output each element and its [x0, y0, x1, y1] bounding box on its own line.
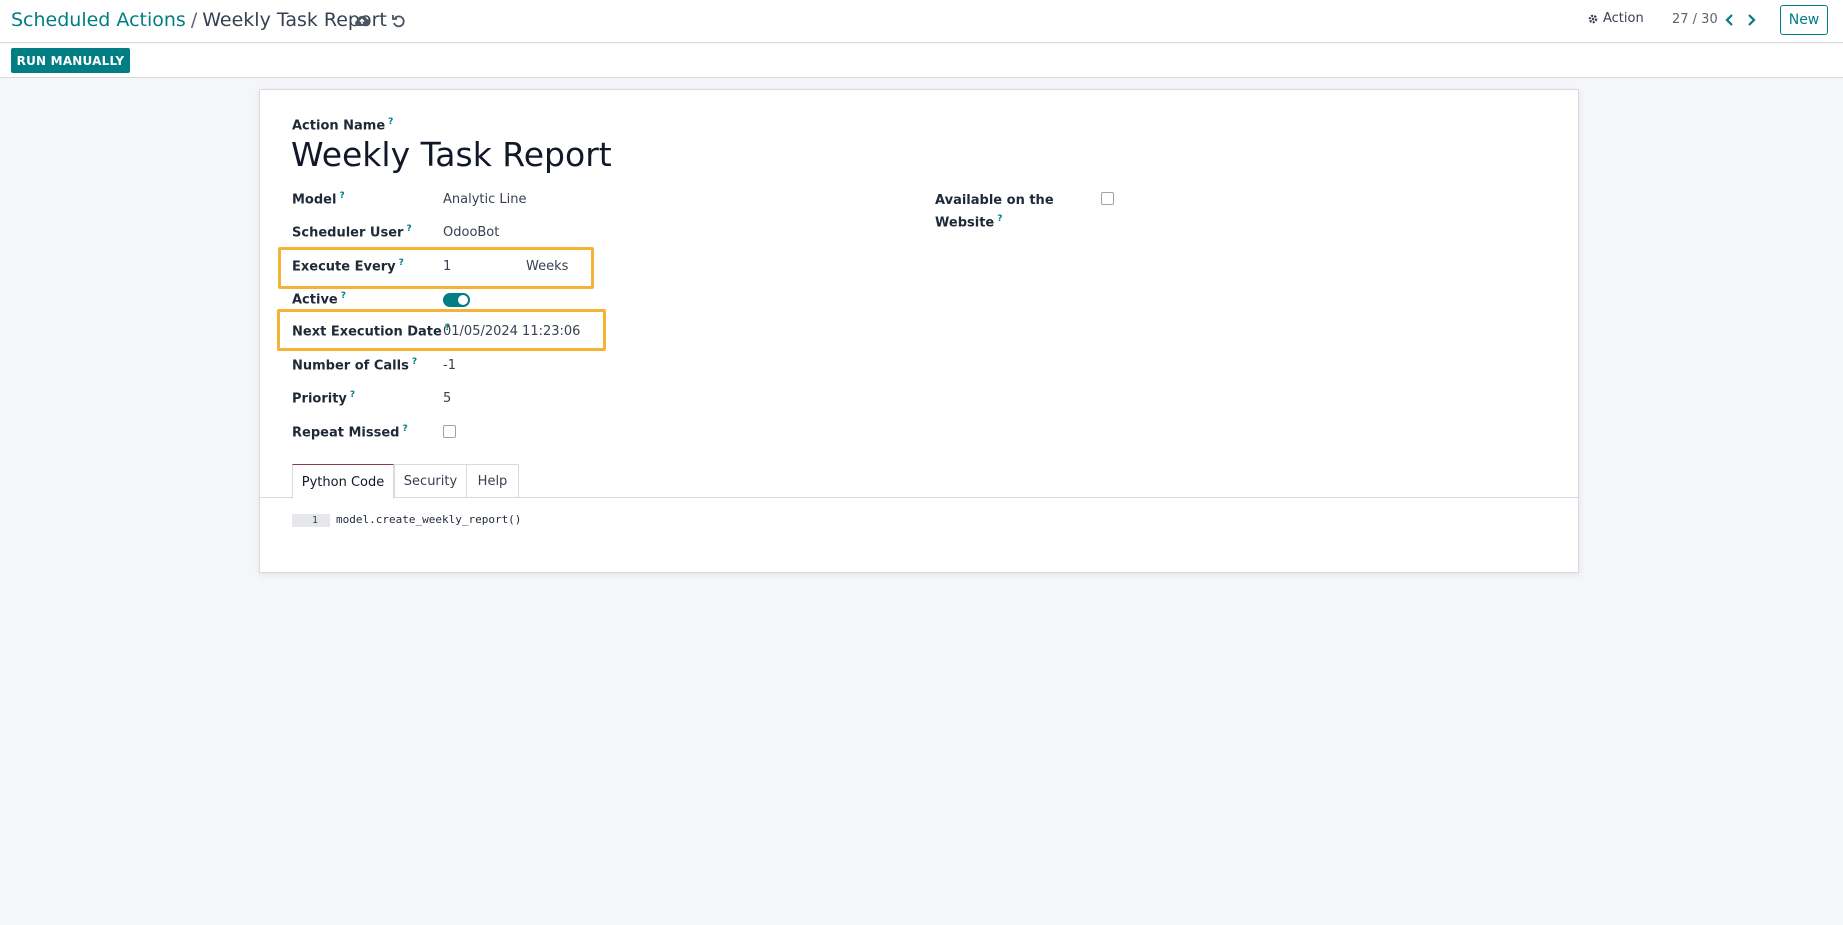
- repeat-missed-checkbox[interactable]: [443, 425, 456, 438]
- available-on-website-checkbox[interactable]: [1101, 192, 1114, 205]
- scheduler-user-field[interactable]: OdooBot: [443, 225, 499, 240]
- gear-icon: [1588, 14, 1598, 23]
- number-of-calls-field[interactable]: -1: [443, 358, 456, 373]
- active-label: Active?: [292, 291, 346, 308]
- run-manually-button[interactable]: RUN MANUALLY: [11, 48, 130, 73]
- chevron-right-icon[interactable]: [1742, 10, 1760, 30]
- help-tooltip-icon[interactable]: ?: [997, 214, 1002, 224]
- next-execution-date-field[interactable]: 01/05/2024 11:23:06: [443, 324, 580, 339]
- number-of-calls-label: Number of Calls?: [292, 357, 418, 374]
- chevron-left-icon[interactable]: [1721, 10, 1739, 30]
- python-code-editor[interactable]: model.create_weekly_report(): [336, 513, 521, 527]
- breadcrumb: Scheduled Actions / Weekly Task Report: [11, 9, 387, 31]
- action-name-field[interactable]: Weekly Task Report: [291, 136, 612, 174]
- help-tooltip-icon[interactable]: ?: [399, 258, 404, 268]
- help-tooltip-icon[interactable]: ?: [388, 117, 393, 127]
- help-tooltip-icon[interactable]: ?: [406, 224, 411, 234]
- available-on-website-label: Available on the Website?: [935, 193, 1054, 231]
- status-bar: RUN MANUALLY: [0, 44, 1843, 78]
- action-menu-button[interactable]: Action: [1587, 11, 1644, 26]
- cloud-upload-icon[interactable]: [352, 11, 372, 31]
- pager-value[interactable]: 27 / 30: [1672, 12, 1718, 27]
- control-panel: Scheduled Actions / Weekly Task Report Act…: [0, 0, 1843, 43]
- breadcrumb-scheduled-actions[interactable]: Scheduled Actions: [11, 9, 186, 31]
- execute-every-label: Execute Every?: [292, 258, 404, 275]
- model-field[interactable]: Analytic Line: [443, 192, 526, 207]
- model-label: Model?: [292, 191, 345, 208]
- form-sheet: Action Name? Weekly Task Report Model? A…: [259, 89, 1579, 573]
- help-tooltip-icon[interactable]: ?: [339, 191, 344, 201]
- interval-number-field[interactable]: 1: [443, 259, 451, 274]
- next-execution-date-label: Next Execution Date?: [292, 323, 451, 340]
- priority-field[interactable]: 5: [443, 391, 451, 406]
- code-line-number: 1: [292, 514, 330, 527]
- priority-label: Priority?: [292, 390, 356, 407]
- help-tooltip-icon[interactable]: ?: [341, 291, 346, 301]
- scheduler-user-label: Scheduler User?: [292, 224, 412, 241]
- tabs-divider: [260, 497, 1578, 498]
- tab-security[interactable]: Security: [394, 464, 467, 498]
- action-name-label: Action Name?: [292, 117, 394, 134]
- help-tooltip-icon[interactable]: ?: [350, 390, 355, 400]
- action-label: Action: [1603, 11, 1644, 26]
- breadcrumb-separator: /: [190, 9, 198, 31]
- interval-type-select[interactable]: Weeks: [526, 259, 568, 274]
- tab-help[interactable]: Help: [466, 464, 519, 498]
- help-tooltip-icon[interactable]: ?: [412, 357, 417, 367]
- undo-icon[interactable]: [389, 11, 409, 31]
- active-toggle[interactable]: [443, 293, 470, 307]
- repeat-missed-label: Repeat Missed?: [292, 424, 408, 441]
- tab-python-code[interactable]: Python Code: [292, 464, 394, 499]
- help-tooltip-icon[interactable]: ?: [402, 424, 407, 434]
- new-button[interactable]: New: [1780, 5, 1828, 35]
